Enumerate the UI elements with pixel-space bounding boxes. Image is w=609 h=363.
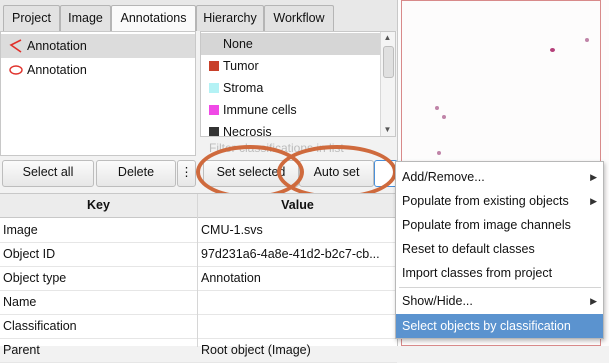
- delete-button[interactable]: Delete: [96, 160, 176, 187]
- annotation-list-item[interactable]: Annotation: [1, 34, 195, 58]
- value-cell: 97d231a6-4a8e-41d2-b2c7-cb...: [201, 247, 380, 261]
- tissue-spot: [585, 38, 589, 42]
- class-label: None: [223, 37, 253, 51]
- column-divider[interactable]: [197, 194, 198, 347]
- table-row[interactable]: Object ID 97d231a6-4a8e-41d2-b2c7-cb...: [0, 242, 397, 267]
- submenu-arrow-icon: ▶: [590, 296, 597, 306]
- value-cell: [198, 314, 395, 338]
- tissue-spot: [442, 115, 446, 119]
- key-cell: Classification: [3, 319, 77, 333]
- menu-item-populate-channels[interactable]: Populate from image channels: [396, 213, 603, 237]
- menu-item-label: Select objects by classification: [402, 319, 571, 333]
- menu-item-label: Import classes from project: [402, 266, 553, 280]
- column-header-key[interactable]: Key: [0, 194, 197, 217]
- table-row[interactable]: Classification: [0, 314, 397, 339]
- scrollbar-thumb[interactable]: [383, 46, 394, 78]
- value-cell: Root object (Image): [201, 343, 311, 357]
- table-row[interactable]: Parent Root object (Image): [0, 338, 397, 363]
- class-item-stroma[interactable]: Stroma: [201, 77, 382, 99]
- table-row[interactable]: Image CMU-1.svs: [0, 218, 397, 243]
- highlight-ring: [277, 145, 397, 199]
- color-swatch: [209, 105, 219, 115]
- tab-image[interactable]: Image: [60, 5, 111, 31]
- tab-hierarchy[interactable]: Hierarchy: [196, 5, 264, 31]
- class-label: Stroma: [223, 81, 264, 95]
- submenu-arrow-icon: ▶: [590, 172, 597, 182]
- menu-item-label: Show/Hide...: [402, 294, 473, 308]
- color-swatch: [209, 127, 219, 136]
- tab-annotations[interactable]: Annotations: [111, 5, 196, 32]
- table-row[interactable]: Object type Annotation: [0, 266, 397, 291]
- tissue-spot: [550, 48, 555, 52]
- color-swatch: [209, 61, 219, 71]
- class-label: Immune cells: [223, 103, 297, 117]
- menu-item-label: Reset to default classes: [402, 242, 535, 256]
- more-options-button[interactable]: ⋮: [177, 160, 196, 187]
- annotation-label: Annotation: [27, 63, 87, 77]
- tissue-spot: [435, 106, 439, 110]
- class-item-none[interactable]: None: [201, 33, 382, 55]
- classification-list[interactable]: None Tumor Stroma Immune cells Necrosis …: [200, 31, 396, 137]
- scroll-down-icon[interactable]: ▼: [381, 124, 394, 136]
- menu-item-import-classes[interactable]: Import classes from project: [396, 261, 603, 285]
- class-label: Necrosis: [223, 125, 272, 137]
- menu-item-reset-default[interactable]: Reset to default classes: [396, 237, 603, 261]
- class-options-menu: Add/Remove... ▶ Populate from existing o…: [395, 161, 604, 339]
- annotation-label: Annotation: [27, 39, 87, 53]
- annotation-list[interactable]: Annotation Annotation: [0, 31, 196, 156]
- menu-item-select-by-classification[interactable]: Select objects by classification: [396, 314, 603, 338]
- class-list-scrollbar[interactable]: ▲ ▼: [380, 32, 395, 136]
- tissue-spot: [437, 151, 441, 155]
- menu-item-label: Add/Remove...: [402, 170, 485, 184]
- menu-item-add-remove[interactable]: Add/Remove... ▶: [396, 165, 603, 189]
- class-item-tumor[interactable]: Tumor: [201, 55, 382, 77]
- value-cell: [198, 290, 395, 314]
- table-row[interactable]: Name: [0, 290, 397, 315]
- select-all-button[interactable]: Select all: [2, 160, 94, 187]
- menu-item-show-hide[interactable]: Show/Hide... ▶: [396, 289, 603, 313]
- value-cell: CMU-1.svs: [201, 223, 263, 237]
- menu-item-populate-existing[interactable]: Populate from existing objects ▶: [396, 189, 603, 213]
- tab-bar: Project Image Annotations Hierarchy Work…: [0, 0, 397, 32]
- table-header: Key Value: [0, 194, 397, 218]
- key-cell: Object type: [3, 271, 67, 285]
- key-cell: Object ID: [3, 247, 56, 261]
- class-item-immune-cells[interactable]: Immune cells: [201, 99, 382, 121]
- menu-item-label: Populate from image channels: [402, 218, 571, 232]
- class-label: Tumor: [223, 59, 259, 73]
- ellipse-icon: [9, 65, 23, 75]
- class-item-necrosis[interactable]: Necrosis: [201, 121, 382, 137]
- value-cell: Annotation: [201, 271, 261, 285]
- key-cell: Image: [3, 223, 38, 237]
- scroll-up-icon[interactable]: ▲: [381, 32, 394, 44]
- submenu-arrow-icon: ▶: [590, 196, 597, 206]
- key-cell: Name: [3, 295, 37, 309]
- tab-workflow[interactable]: Workflow: [264, 5, 334, 31]
- menu-item-label: Populate from existing objects: [402, 194, 569, 208]
- column-header-value[interactable]: Value: [198, 194, 397, 217]
- properties-table: Key Value Image CMU-1.svs Object ID 97d2…: [0, 193, 397, 363]
- tab-project[interactable]: Project: [3, 5, 60, 31]
- key-cell: Parent: [3, 343, 40, 357]
- polygon-icon: [9, 39, 22, 53]
- menu-separator: [399, 287, 601, 288]
- color-swatch: [209, 83, 219, 93]
- annotation-list-item[interactable]: Annotation: [1, 58, 195, 82]
